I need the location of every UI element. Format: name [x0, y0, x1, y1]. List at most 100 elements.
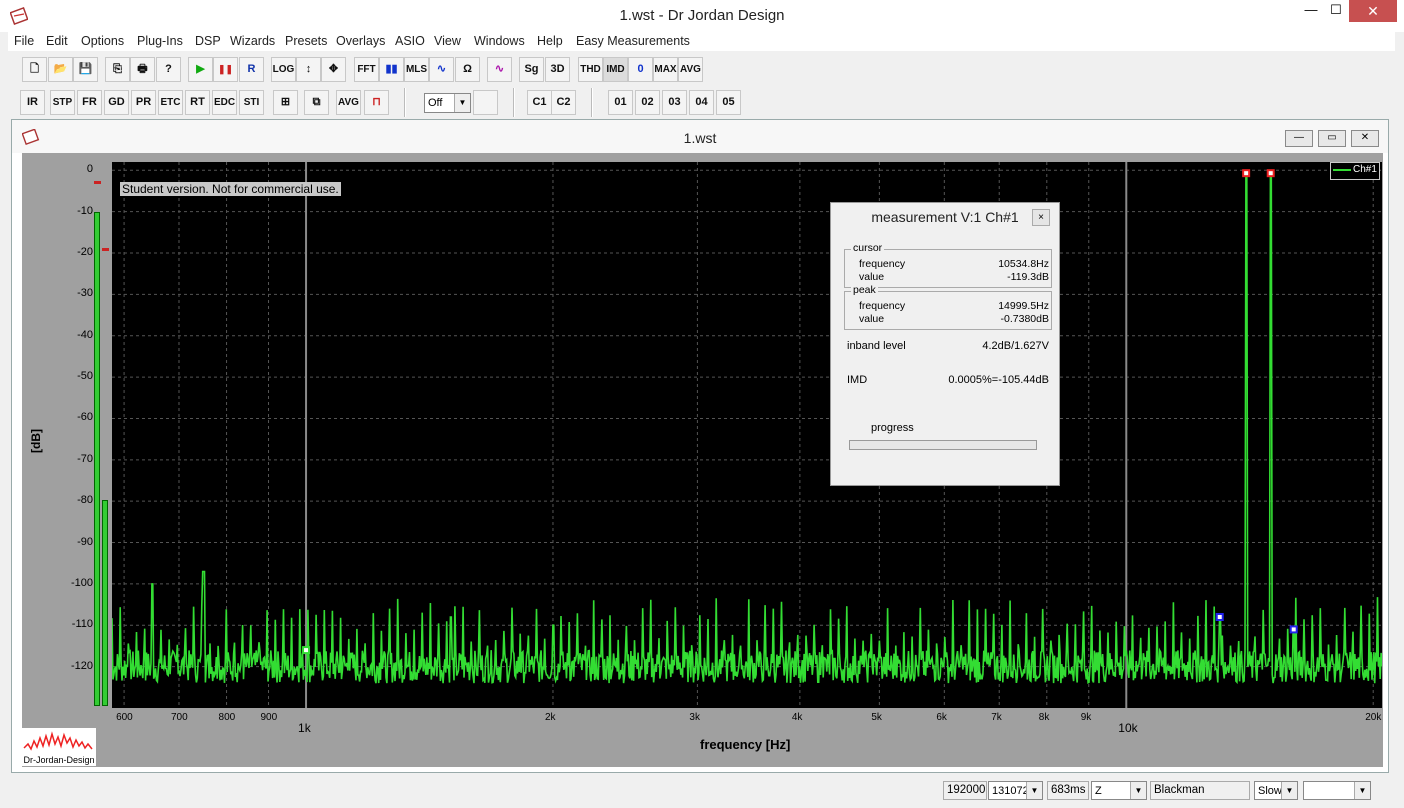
marker-icon [1242, 169, 1251, 178]
menu-wizards[interactable]: Wizards [230, 34, 275, 48]
menu-asio[interactable]: ASIO [395, 34, 425, 48]
spectrum-trace [112, 172, 1382, 685]
overlay-04-button[interactable]: 04 [689, 90, 714, 115]
x-tick-label: 7k [991, 712, 1002, 723]
x-tick-label: 20k [1365, 712, 1382, 723]
wave-icon[interactable]: ∿ [487, 57, 512, 82]
save-button[interactable]: 💾 [73, 57, 98, 82]
open-button[interactable]: 📂 [48, 57, 73, 82]
x-tick-label: 600 [116, 712, 133, 723]
spectrum-icon[interactable]: ▮▮ [379, 57, 404, 82]
level-meter-right [102, 500, 108, 706]
close-button[interactable]: ✕ [1349, 0, 1397, 22]
record-button[interactable]: R [239, 57, 264, 82]
ohm-button[interactable]: Ω [455, 57, 480, 82]
copy-button[interactable]: ⎘ [105, 57, 130, 82]
y-tick-label: -110 [71, 618, 93, 631]
progress-label: progress [871, 422, 914, 434]
fft-size-combo[interactable]: 131072 ▼ [988, 781, 1043, 800]
menu-plugins[interactable]: Plug-Ins [137, 34, 183, 48]
x-tick-label: 700 [170, 712, 188, 723]
avg-button[interactable]: AVG [678, 57, 703, 82]
spectrum-plot[interactable]: Student version. Not for commercial use.… [112, 162, 1382, 708]
menu-dsp[interactable]: DSP [195, 34, 221, 48]
etc-button[interactable]: ETC [158, 90, 183, 115]
maximize-button[interactable]: ☐ [1322, 0, 1350, 22]
fft-button[interactable]: FFT [354, 57, 379, 82]
inband-value: 4.2dB/1.627V [982, 340, 1049, 352]
peak-value: -0.7380dB [1000, 313, 1049, 325]
pr-button[interactable]: PR [131, 90, 156, 115]
pause-button[interactable]: ❚❚ [213, 57, 238, 82]
print-button[interactable]: 🖶 [130, 57, 155, 82]
off-combo[interactable]: Off ▼ [424, 93, 471, 113]
menu-edit[interactable]: Edit [46, 34, 68, 48]
toolbar-main: 🗋 📂 💾 ⎘ 🖶 ? ▶ ❚❚ R LOG ↕ ✥ FFT ▮▮ MLS ∿ … [8, 52, 708, 86]
x-tick-label: 10k [1118, 721, 1138, 735]
menu-windows[interactable]: Windows [474, 34, 525, 48]
y-tick-label: -20 [77, 246, 93, 258]
x-tick-label: 1k [298, 721, 311, 735]
marker-icon [1215, 613, 1224, 621]
blank-button[interactable] [473, 90, 498, 115]
overlay-01-button[interactable]: 01 [608, 90, 633, 115]
play-button[interactable]: ▶ [188, 57, 213, 82]
vertical-zoom-button[interactable]: ↕ [296, 57, 321, 82]
thd-button[interactable]: THD [578, 57, 603, 82]
imd-button[interactable]: IMD [603, 57, 628, 82]
avg2-button[interactable]: AVG [336, 90, 361, 115]
mls-button[interactable]: MLS [404, 57, 429, 82]
rt-button[interactable]: RT [185, 90, 210, 115]
c1-button[interactable]: C1 [527, 90, 552, 115]
ir-button[interactable]: IR [20, 90, 45, 115]
z-combo[interactable]: Z ▼ [1091, 781, 1147, 800]
x-tick-label: 900 [260, 712, 278, 723]
y-axis-label: [dB] [29, 429, 43, 453]
pan-button[interactable]: ✥ [321, 57, 346, 82]
fr-button[interactable]: FR [77, 90, 102, 115]
chevron-down-icon: ▼ [1026, 782, 1042, 799]
sg-button[interactable]: Sg [519, 57, 544, 82]
overlay-02-button[interactable]: 02 [635, 90, 660, 115]
sine-icon[interactable]: ∿ [429, 57, 454, 82]
y-tick-label: -100 [70, 576, 93, 589]
edc-button[interactable]: EDC [212, 90, 237, 115]
measurement-close-button[interactable]: × [1032, 209, 1050, 226]
c2-button[interactable]: C2 [551, 90, 576, 115]
gd-button[interactable]: GD [104, 90, 129, 115]
stp-button[interactable]: STP [50, 90, 75, 115]
sti-button[interactable]: STI [239, 90, 264, 115]
doc-restore-button[interactable]: ▭ [1318, 130, 1346, 147]
zero-button[interactable]: 0 [628, 57, 653, 82]
overlay-05-button[interactable]: 05 [716, 90, 741, 115]
peak-indicator [102, 248, 109, 251]
speed-combo[interactable]: Slow ▼ [1254, 781, 1298, 800]
overlay-03-button[interactable]: 03 [662, 90, 687, 115]
off-combo-value: Off [428, 97, 443, 109]
new-button[interactable]: 🗋 [22, 57, 47, 82]
x-tick-label: 800 [218, 712, 236, 723]
3d-button[interactable]: 3D [545, 57, 570, 82]
document-title-bar: 1.wst — ▭ ✕ [12, 120, 1388, 153]
menu-presets[interactable]: Presets [285, 34, 327, 48]
help-button[interactable]: ? [156, 57, 181, 82]
extra-combo[interactable]: ▼ [1303, 781, 1371, 800]
menu-file[interactable]: File [14, 34, 34, 48]
cursor-frequency-label: frequency [859, 258, 906, 270]
peak-indicator [94, 181, 101, 184]
minimize-button[interactable]: — [1297, 0, 1325, 22]
measurement-panel: measurement V:1 Ch#1 × cursor frequency … [830, 202, 1060, 486]
max-button[interactable]: MAX [653, 57, 678, 82]
menu-options[interactable]: Options [81, 34, 124, 48]
menu-help[interactable]: Help [537, 34, 563, 48]
menu-view[interactable]: View [434, 34, 461, 48]
log-button[interactable]: LOG [271, 57, 296, 82]
cursor-group: cursor frequency 10534.8Hz value -119.3d… [844, 242, 1052, 288]
settings-icon[interactable]: ⊞ [273, 90, 298, 115]
menu-easy-measurements[interactable]: Easy Measurements [576, 34, 690, 48]
gate-icon[interactable]: ⊓ [364, 90, 389, 115]
doc-close-button[interactable]: ✕ [1351, 130, 1379, 147]
menu-overlays[interactable]: Overlays [336, 34, 385, 48]
copy-icon[interactable]: ⧉ [304, 90, 329, 115]
doc-minimize-button[interactable]: — [1285, 130, 1313, 147]
